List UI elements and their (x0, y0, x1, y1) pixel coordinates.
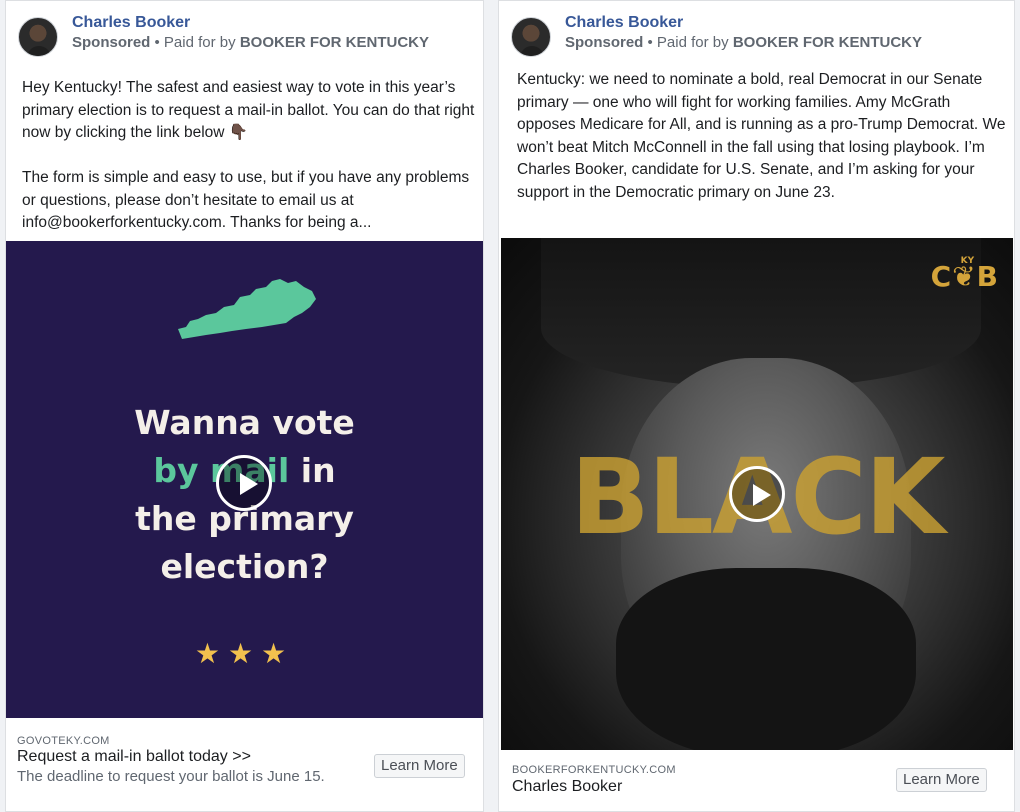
link-domain: BOOKERFORKENTUCKY.COM (512, 764, 676, 776)
video-creative[interactable]: BLACK KY C❦B (501, 238, 1013, 750)
avatar[interactable] (511, 17, 551, 57)
post-header: Charles Booker Sponsored • Paid for by B… (511, 13, 1004, 69)
author-name[interactable]: Charles Booker (72, 14, 190, 32)
portrait-beard (616, 568, 916, 750)
link-description: The deadline to request your ballot is J… (17, 768, 325, 785)
link-preview-footer[interactable]: BOOKERFORKENTUCKY.COM Charles Booker Lea… (499, 750, 1014, 811)
kentucky-map-shape (178, 279, 316, 339)
campaign-logo-small: KY (960, 256, 975, 266)
sponsored-meta: Sponsored • Paid for by BOOKER FOR KENTU… (565, 35, 1004, 51)
campaign-logo: KY C❦B (931, 256, 999, 293)
video-creative[interactable]: Wanna vote by mail in the primary electi… (6, 241, 483, 718)
post-header: Charles Booker Sponsored • Paid for by B… (18, 13, 473, 69)
stars-decoration: ★★★ (194, 638, 295, 669)
link-domain: GOVOTEKY.COM (17, 735, 110, 747)
post-body-text: Kentucky: we need to nominate a bold, re… (517, 71, 1010, 201)
ad-card-mail-ballot: Charles Booker Sponsored • Paid for by B… (5, 0, 484, 812)
ad-card-senate-primary: Charles Booker Sponsored • Paid for by B… (498, 0, 1015, 812)
sponsored-label[interactable]: Sponsored (565, 34, 643, 51)
avatar[interactable] (18, 17, 58, 57)
headline-line-2-rest: in (289, 451, 336, 490)
sponsored-label[interactable]: Sponsored (72, 34, 150, 51)
payer-name[interactable]: BOOKER FOR KENTUCKY (240, 34, 429, 51)
link-title[interactable]: Request a mail-in ballot today >> (17, 748, 251, 766)
play-icon[interactable] (216, 455, 272, 511)
headline-line-4: election? (160, 547, 329, 586)
paid-for-prefix: • Paid for by (150, 34, 240, 51)
headline-line-1: Wanna vote (134, 403, 355, 442)
paid-for-prefix: • Paid for by (643, 34, 733, 51)
learn-more-button[interactable]: Learn More (374, 754, 465, 778)
play-icon[interactable] (729, 466, 785, 522)
payer-name[interactable]: BOOKER FOR KENTUCKY (733, 34, 922, 51)
post-body-text: Hey Kentucky! The safest and easiest way… (22, 79, 475, 231)
link-preview-footer[interactable]: GOVOTEKY.COM Request a mail-in ballot to… (6, 718, 483, 811)
link-title[interactable]: Charles Booker (512, 778, 622, 796)
sponsored-meta: Sponsored • Paid for by BOOKER FOR KENTU… (72, 35, 473, 51)
author-name[interactable]: Charles Booker (565, 14, 683, 32)
learn-more-button[interactable]: Learn More (896, 768, 987, 792)
